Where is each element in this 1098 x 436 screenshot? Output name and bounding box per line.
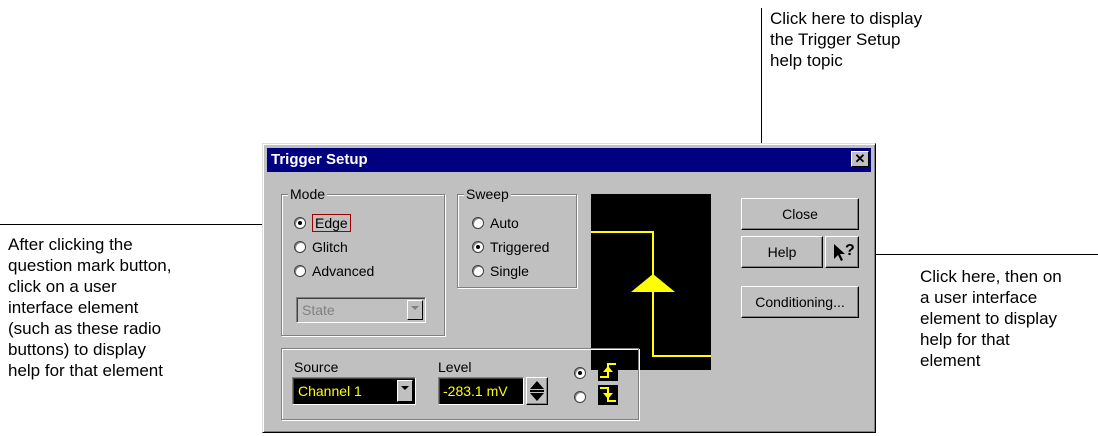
state-dropdown-button	[407, 300, 423, 320]
sweep-auto-radio[interactable]: Auto	[472, 215, 519, 231]
dialog-title: Trigger Setup	[271, 151, 368, 168]
slope-falling-radio[interactable]	[574, 389, 592, 405]
spinner-arrows-icon	[530, 381, 544, 401]
source-level-group: Source Channel 1 Level -283.1 mV	[281, 348, 639, 420]
annotation-whats-this: Click here, then on a user interface ele…	[920, 267, 1062, 370]
source-select[interactable]: Channel 1	[292, 377, 416, 405]
leader-line-radio	[0, 224, 298, 225]
mode-edge-radio[interactable]: Edge	[294, 214, 351, 232]
mode-glitch-radio[interactable]: Glitch	[294, 239, 348, 255]
close-button[interactable]: Close	[741, 198, 859, 230]
sweep-triggered-radio[interactable]: Triggered	[472, 239, 549, 255]
conditioning-button[interactable]: Conditioning...	[741, 286, 859, 318]
radio-icon	[472, 265, 484, 277]
annotation-question-mark: After clicking the question mark button,…	[8, 235, 172, 380]
source-dropdown-button[interactable]	[397, 380, 413, 402]
close-x-button[interactable]: ✕	[851, 151, 869, 167]
rising-edge-icon	[598, 361, 618, 381]
mode-advanced-radio[interactable]: Advanced	[294, 263, 374, 279]
radio-selected-icon	[294, 217, 306, 229]
rising-arrow-icon	[631, 274, 675, 292]
sweep-legend: Sweep	[464, 186, 511, 202]
leader-line-whats-this	[862, 254, 1098, 255]
slope-rising-radio[interactable]	[574, 365, 592, 381]
rising-edge-graphic	[591, 231, 711, 357]
level-label: Level	[438, 359, 472, 375]
chevron-down-icon	[401, 386, 409, 390]
edge-trace	[591, 231, 711, 357]
trigger-edge-preview	[591, 194, 711, 370]
close-icon: ✕	[854, 151, 866, 166]
mode-group: Mode Edge Glitch Advanced State	[281, 186, 445, 336]
whats-this-button[interactable]: ?	[825, 236, 859, 268]
mode-legend: Mode	[288, 186, 328, 202]
radio-icon	[294, 265, 306, 277]
radio-icon	[472, 217, 484, 229]
trigger-setup-dialog: Trigger Setup ✕ Mode Edge Glitch Advance…	[262, 143, 876, 433]
state-select: State	[296, 297, 426, 323]
help-button[interactable]: Help	[741, 236, 823, 268]
annotation-help-topic: Click here to display the Trigger Setup …	[770, 9, 923, 70]
radio-selected-icon	[472, 241, 484, 253]
sweep-group: Sweep Auto Triggered Single	[457, 186, 577, 288]
radio-selected-icon	[574, 367, 586, 379]
title-bar: Trigger Setup ✕	[267, 148, 871, 172]
sweep-single-radio[interactable]: Single	[472, 263, 529, 279]
falling-edge-icon	[598, 385, 618, 405]
level-input[interactable]: -283.1 mV	[438, 377, 524, 405]
source-label: Source	[294, 359, 339, 375]
radio-icon	[574, 391, 586, 403]
level-spinner[interactable]	[526, 377, 548, 405]
chevron-down-icon	[411, 306, 419, 310]
radio-icon	[294, 241, 306, 253]
